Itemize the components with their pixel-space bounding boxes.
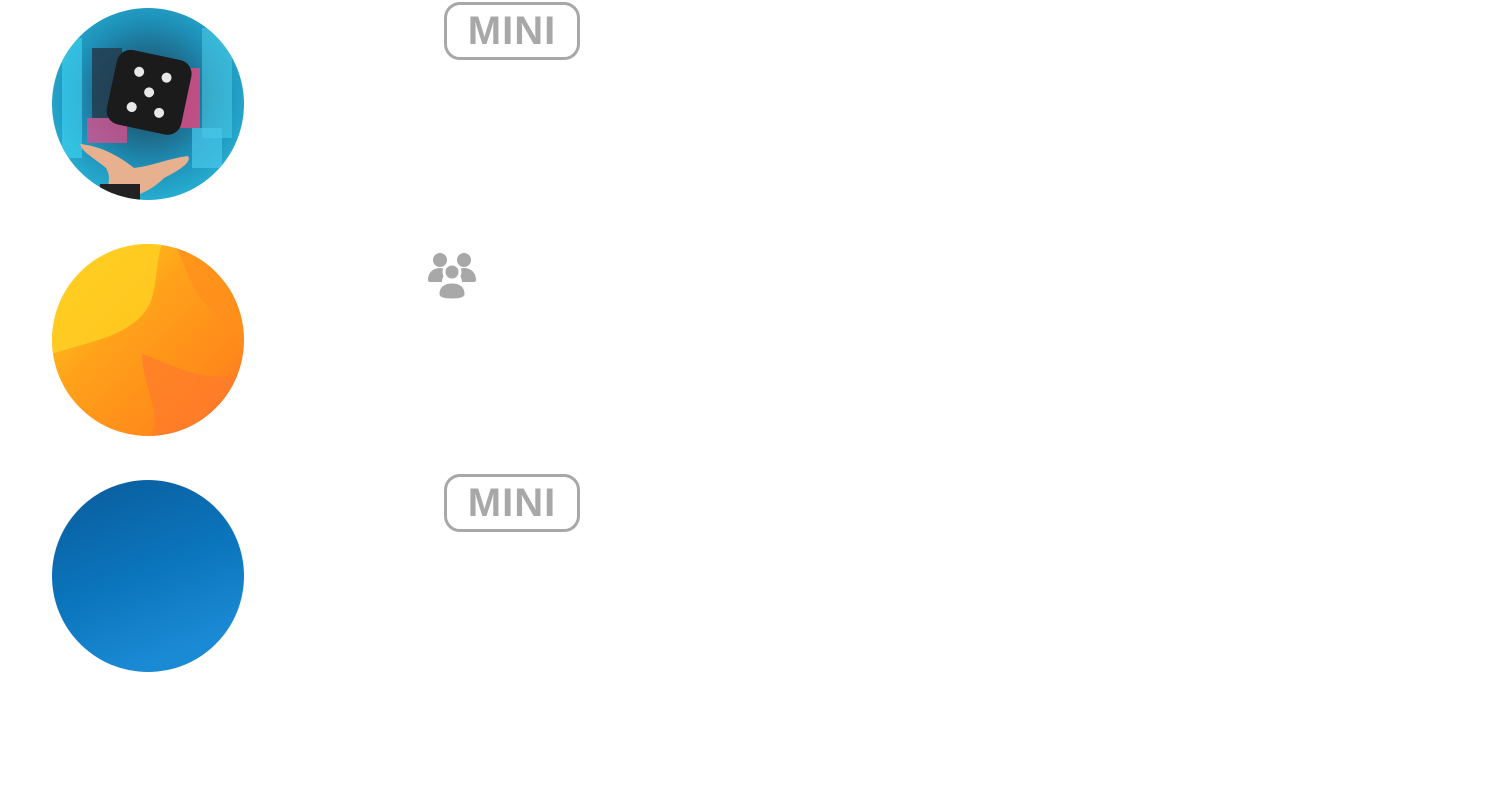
list-item[interactable]: MINI: [0, 2, 1488, 206]
blue-gradient-avatar-icon: [52, 480, 244, 672]
dice-photo-avatar-icon: [52, 8, 244, 200]
avatar[interactable]: [52, 8, 244, 200]
mini-badge: MINI: [444, 2, 580, 60]
group-icon: [426, 250, 478, 302]
chat-list: MINI MINI: [0, 0, 1488, 812]
mini-badge: MINI: [444, 474, 580, 532]
avatar[interactable]: [52, 244, 244, 436]
orange-gradient-avatar-icon: [52, 244, 244, 436]
list-item[interactable]: [0, 242, 1488, 442]
list-item[interactable]: MINI: [0, 474, 1488, 678]
avatar[interactable]: [52, 480, 244, 672]
